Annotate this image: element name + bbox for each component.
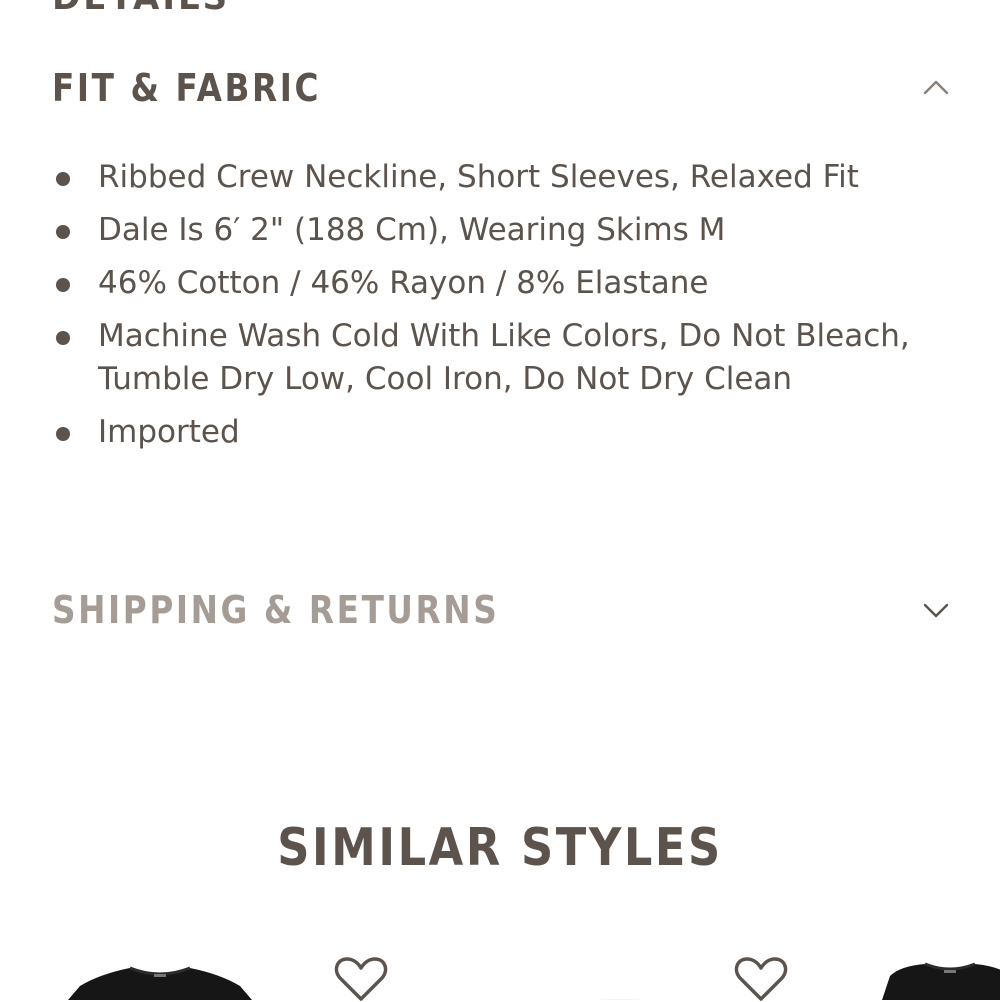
list-item: Dale Is 6′ 2" (188 Cm), Wearing Skims M [52, 209, 952, 252]
product-card-black-tshirt[interactable] [60, 958, 260, 1000]
bullet-dot-icon [56, 331, 70, 345]
details-section-title[interactable]: DETAILS [52, 0, 230, 18]
shipping-returns-title: SHIPPING & RETURNS [52, 588, 500, 632]
similar-styles-title: SIMILAR STYLES [277, 818, 723, 878]
list-item: Ribbed Crew Neckline, Short Sleeves, Rel… [52, 156, 952, 199]
chevron-up-icon[interactable] [922, 78, 950, 98]
fit-fabric-accordion-header[interactable]: FIT & FABRIC [52, 58, 950, 118]
black-tshirt-thumbnail[interactable] [880, 958, 1000, 1000]
bullet-dot-icon [56, 172, 70, 186]
white-tshirt-thumbnail[interactable] [560, 993, 680, 1000]
list-item: 46% Cotton / 46% Rayon / 8% Elastane [52, 262, 952, 305]
list-item: Imported [52, 411, 952, 454]
black-tshirt-thumbnail[interactable] [60, 958, 260, 1000]
product-card-black-tshirt-right[interactable] [880, 958, 1000, 1000]
bullet-dot-icon [56, 278, 70, 292]
wishlist-heart-icon[interactable] [334, 956, 388, 1002]
bullet-dot-icon [56, 427, 70, 441]
chevron-down-icon[interactable] [922, 600, 950, 620]
fit-fabric-bullet-list: Ribbed Crew Neckline, Short Sleeves, Rel… [52, 156, 952, 464]
wishlist-heart-icon[interactable] [734, 956, 788, 1002]
list-item: Machine Wash Cold With Like Colors, Do N… [52, 315, 952, 401]
product-card-white-tshirt[interactable] [560, 990, 680, 1000]
bullet-dot-icon [56, 225, 70, 239]
shipping-returns-accordion-header[interactable]: SHIPPING & RETURNS [52, 580, 950, 640]
fit-fabric-title: FIT & FABRIC [52, 66, 322, 110]
